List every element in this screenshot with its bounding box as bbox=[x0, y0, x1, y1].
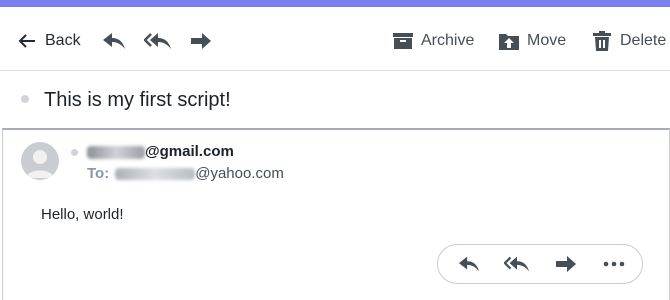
redacted-sender-name bbox=[87, 145, 145, 159]
message-subject: This is my first script! bbox=[44, 89, 231, 111]
forward-button[interactable] bbox=[190, 29, 212, 53]
back-button[interactable]: Back bbox=[18, 29, 81, 53]
reply-all-action-button[interactable] bbox=[504, 254, 530, 274]
more-actions-button[interactable] bbox=[602, 254, 626, 274]
message-card: @gmail.com To: @yahoo.com Hello, world! bbox=[2, 128, 670, 300]
arrow-left-icon bbox=[18, 33, 36, 49]
read-status-dot bbox=[71, 149, 78, 156]
forward-icon bbox=[190, 31, 212, 51]
message-body: Hello, world! bbox=[41, 206, 124, 223]
forward-icon bbox=[555, 254, 577, 274]
subject-row: This is my first script! bbox=[0, 71, 670, 128]
move-icon bbox=[499, 32, 519, 50]
reply-action-button[interactable] bbox=[458, 254, 480, 274]
archive-icon bbox=[393, 32, 413, 50]
forward-action-button[interactable] bbox=[555, 254, 577, 274]
reply-all-icon bbox=[144, 31, 172, 51]
avatar bbox=[21, 142, 59, 180]
reply-icon bbox=[102, 31, 126, 51]
redacted-recipient-name bbox=[115, 168, 196, 181]
reply-icon bbox=[458, 254, 480, 274]
unread-dot bbox=[21, 95, 29, 103]
more-icon bbox=[602, 254, 626, 274]
move-button[interactable]: Move bbox=[499, 29, 566, 53]
sender-domain: @gmail.com bbox=[145, 143, 234, 160]
trash-icon bbox=[593, 31, 611, 51]
to-label: To: bbox=[87, 165, 110, 182]
delete-button[interactable]: Delete bbox=[593, 29, 666, 53]
reply-all-button[interactable] bbox=[144, 29, 172, 53]
delete-label: Delete bbox=[620, 32, 667, 49]
message-toolbar: Back Archive Move Delete bbox=[0, 7, 670, 70]
archive-label: Archive bbox=[421, 32, 475, 49]
accent-bar bbox=[0, 0, 670, 7]
reply-all-icon bbox=[504, 254, 530, 274]
archive-button[interactable]: Archive bbox=[393, 29, 474, 53]
recipient-domain: @yahoo.com bbox=[195, 165, 284, 182]
recipient-row: To: @yahoo.com bbox=[87, 165, 284, 182]
back-label: Back bbox=[45, 32, 81, 49]
reply-button[interactable] bbox=[102, 29, 126, 53]
sender-address[interactable]: @gmail.com bbox=[87, 143, 234, 160]
move-label: Move bbox=[527, 32, 567, 49]
message-actions bbox=[437, 244, 643, 284]
